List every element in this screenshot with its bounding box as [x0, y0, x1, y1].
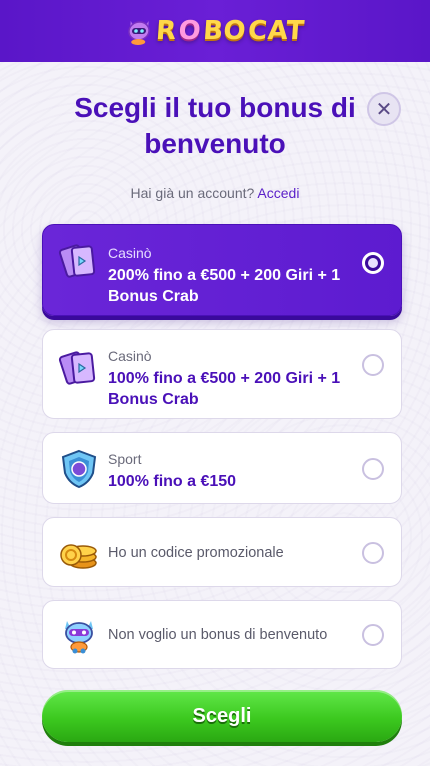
casino-tickets-icon — [57, 239, 101, 283]
robocat-mascot-icon — [125, 15, 153, 47]
bonus-option-sport[interactable]: Sport 100% fino a €150 — [42, 432, 402, 504]
robocat-logo[interactable]: R O BO CAT — [125, 15, 306, 47]
account-prompt-text: Hai già un account? — [130, 185, 255, 201]
robot-icon — [57, 613, 101, 657]
choose-button[interactable]: Scegli — [42, 690, 402, 742]
option-title: 100% fino a €150 — [108, 473, 237, 490]
option-radio-selected[interactable] — [362, 252, 384, 274]
option-title: 100% fino a €500 + 200 Giri + 1 Bonus Cr… — [108, 370, 341, 408]
option-category: Casinò — [108, 245, 152, 261]
casino-tickets-icon — [57, 346, 101, 390]
bonus-option-casino-100[interactable]: Casinò 100% fino a €500 + 200 Giri + 1 B… — [42, 329, 402, 419]
dialog-title: Scegli il tuo bonus di benvenuto — [74, 92, 356, 159]
option-radio[interactable] — [362, 458, 384, 480]
close-icon: ✕ — [375, 97, 393, 121]
sport-shield-icon — [57, 447, 101, 491]
top-bar: R O BO CAT — [0, 0, 430, 62]
option-label: Ho un codice promozionale — [108, 545, 284, 561]
bonus-option-casino-200[interactable]: Casinò 200% fino a €500 + 200 Giri + 1 B… — [42, 224, 402, 316]
login-link[interactable]: Accedi — [257, 185, 299, 201]
coins-icon — [57, 531, 101, 575]
option-radio[interactable] — [362, 354, 384, 376]
logo-letters-cat: CAT — [246, 16, 306, 46]
logo-letter-r: R — [154, 16, 178, 46]
close-button[interactable]: ✕ — [367, 92, 401, 126]
option-category: Sport — [108, 451, 142, 467]
option-title: 200% fino a €500 + 200 Giri + 1 Bonus Cr… — [108, 267, 341, 305]
bonus-option-no-bonus[interactable]: Non voglio un bonus di benvenuto — [42, 600, 402, 669]
option-radio[interactable] — [362, 542, 384, 564]
account-prompt-line: Hai già un account? Accedi — [0, 185, 430, 201]
option-category: Casinò — [108, 348, 152, 364]
logo-letter-o: O — [177, 16, 202, 46]
logo-letters-bo: BO — [201, 16, 247, 46]
option-label: Non voglio un bonus di benvenuto — [108, 627, 328, 643]
option-radio[interactable] — [362, 624, 384, 646]
bonus-option-promo-code[interactable]: Ho un codice promozionale — [42, 517, 402, 587]
